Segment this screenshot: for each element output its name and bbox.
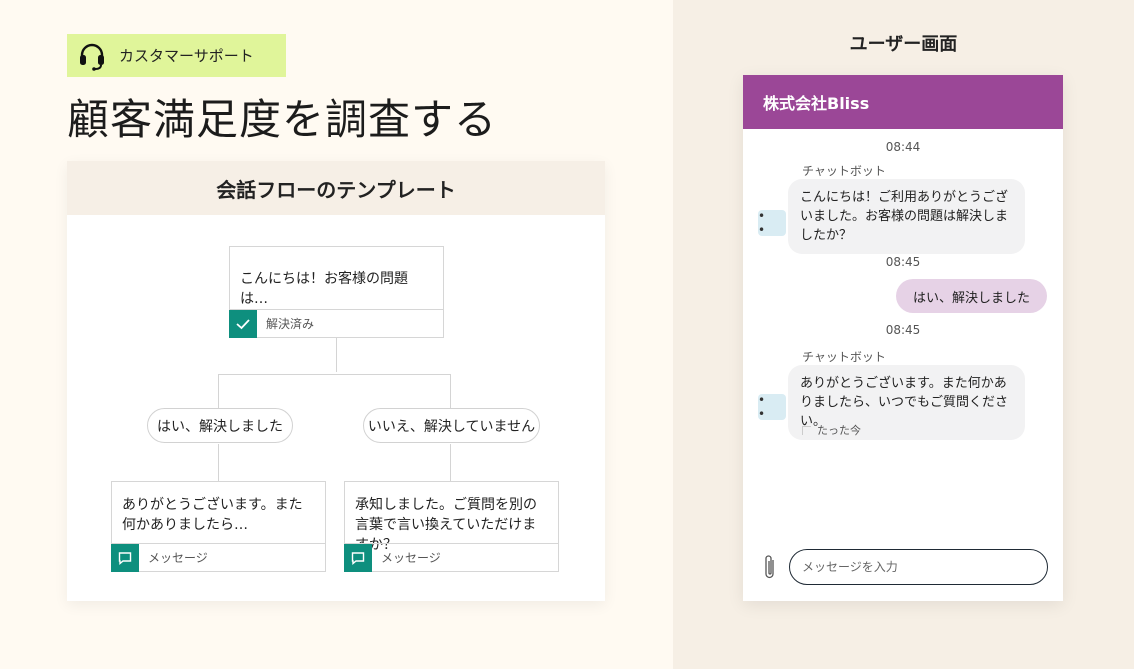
- flow-template-card: 会話フローのテンプレート こんにちは！お客様の問題は… 解決済み はい、解決しま…: [67, 161, 605, 601]
- flow-node-text: こんにちは！お客様の問題は…: [240, 271, 408, 307]
- message-timestamp: 08:45: [885, 323, 921, 337]
- flow-node-footer-label: メッセージ: [381, 551, 441, 565]
- flow-node-footer: メッセージ: [111, 543, 325, 572]
- connector-line: [218, 374, 219, 408]
- user-screen-title: ユーザー画面: [849, 34, 958, 55]
- bot-avatar: • •: [758, 209, 786, 237]
- message-sender: チャットボット: [802, 164, 886, 178]
- connector-line: [218, 374, 451, 375]
- page-title: 顧客満足度を調査する: [67, 95, 498, 144]
- flow-node-text: ありがとうございます。また何かありましたら…: [122, 497, 303, 533]
- chat-widget: 株式会社Bliss 08:44 チャットボット • • こんにちは！ご利用ありが…: [743, 75, 1063, 601]
- flow-node-footer-label: メッセージ: [148, 551, 208, 565]
- bot-avatar: • •: [758, 393, 786, 421]
- left-panel: カスタマーサポート 顧客満足度を調査する 会話フローのテンプレート こんにちは！…: [0, 0, 673, 669]
- headset-icon: [77, 41, 107, 71]
- message-composer: [743, 549, 1063, 585]
- user-message: はい、解決しました: [895, 279, 1047, 313]
- bot-message: こんにちは！ご利用ありがとうございました。お客様の問題は解決しましたか？: [788, 179, 1025, 254]
- message-input[interactable]: [789, 549, 1048, 585]
- message-timestamp: 08:44: [885, 140, 921, 154]
- status-tick-icon: [802, 425, 811, 435]
- branch-option-no[interactable]: いいえ、解決していません: [363, 408, 540, 443]
- flow-node-footer: 解決済み: [229, 309, 443, 338]
- chat-header-company: 株式会社Bliss: [743, 75, 1063, 129]
- flow-node-no[interactable]: 承知しました。ご質問を別の言葉で言い換えていただけますか？ メッセージ: [344, 481, 559, 572]
- flow-template-title: 会話フローのテンプレート: [67, 161, 605, 215]
- check-icon: [229, 310, 257, 338]
- flow-node-footer-label: 解決済み: [266, 317, 315, 331]
- flow-node-yes[interactable]: ありがとうございます。また何かありましたら… メッセージ: [111, 481, 326, 572]
- paperclip-icon[interactable]: [761, 553, 779, 581]
- connector-line: [336, 337, 337, 372]
- message-sender: チャットボット: [802, 350, 886, 364]
- category-tag: カスタマーサポート: [67, 34, 286, 77]
- category-tag-label: カスタマーサポート: [119, 47, 254, 65]
- connector-line: [450, 444, 451, 481]
- message-status: たった今: [802, 422, 861, 438]
- connector-line: [218, 444, 219, 481]
- right-panel: ユーザー画面 株式会社Bliss 08:44 チャットボット • • こんにちは…: [673, 0, 1134, 669]
- flow-node-footer: メッセージ: [344, 543, 558, 572]
- message-status-label: たった今: [817, 424, 861, 437]
- flow-node-root[interactable]: こんにちは！お客様の問題は… 解決済み: [229, 246, 444, 338]
- message-timestamp: 08:45: [885, 255, 921, 269]
- chat-icon: [111, 544, 139, 572]
- branch-option-yes[interactable]: はい、解決しました: [147, 408, 293, 443]
- connector-line: [450, 374, 451, 408]
- chat-icon: [344, 544, 372, 572]
